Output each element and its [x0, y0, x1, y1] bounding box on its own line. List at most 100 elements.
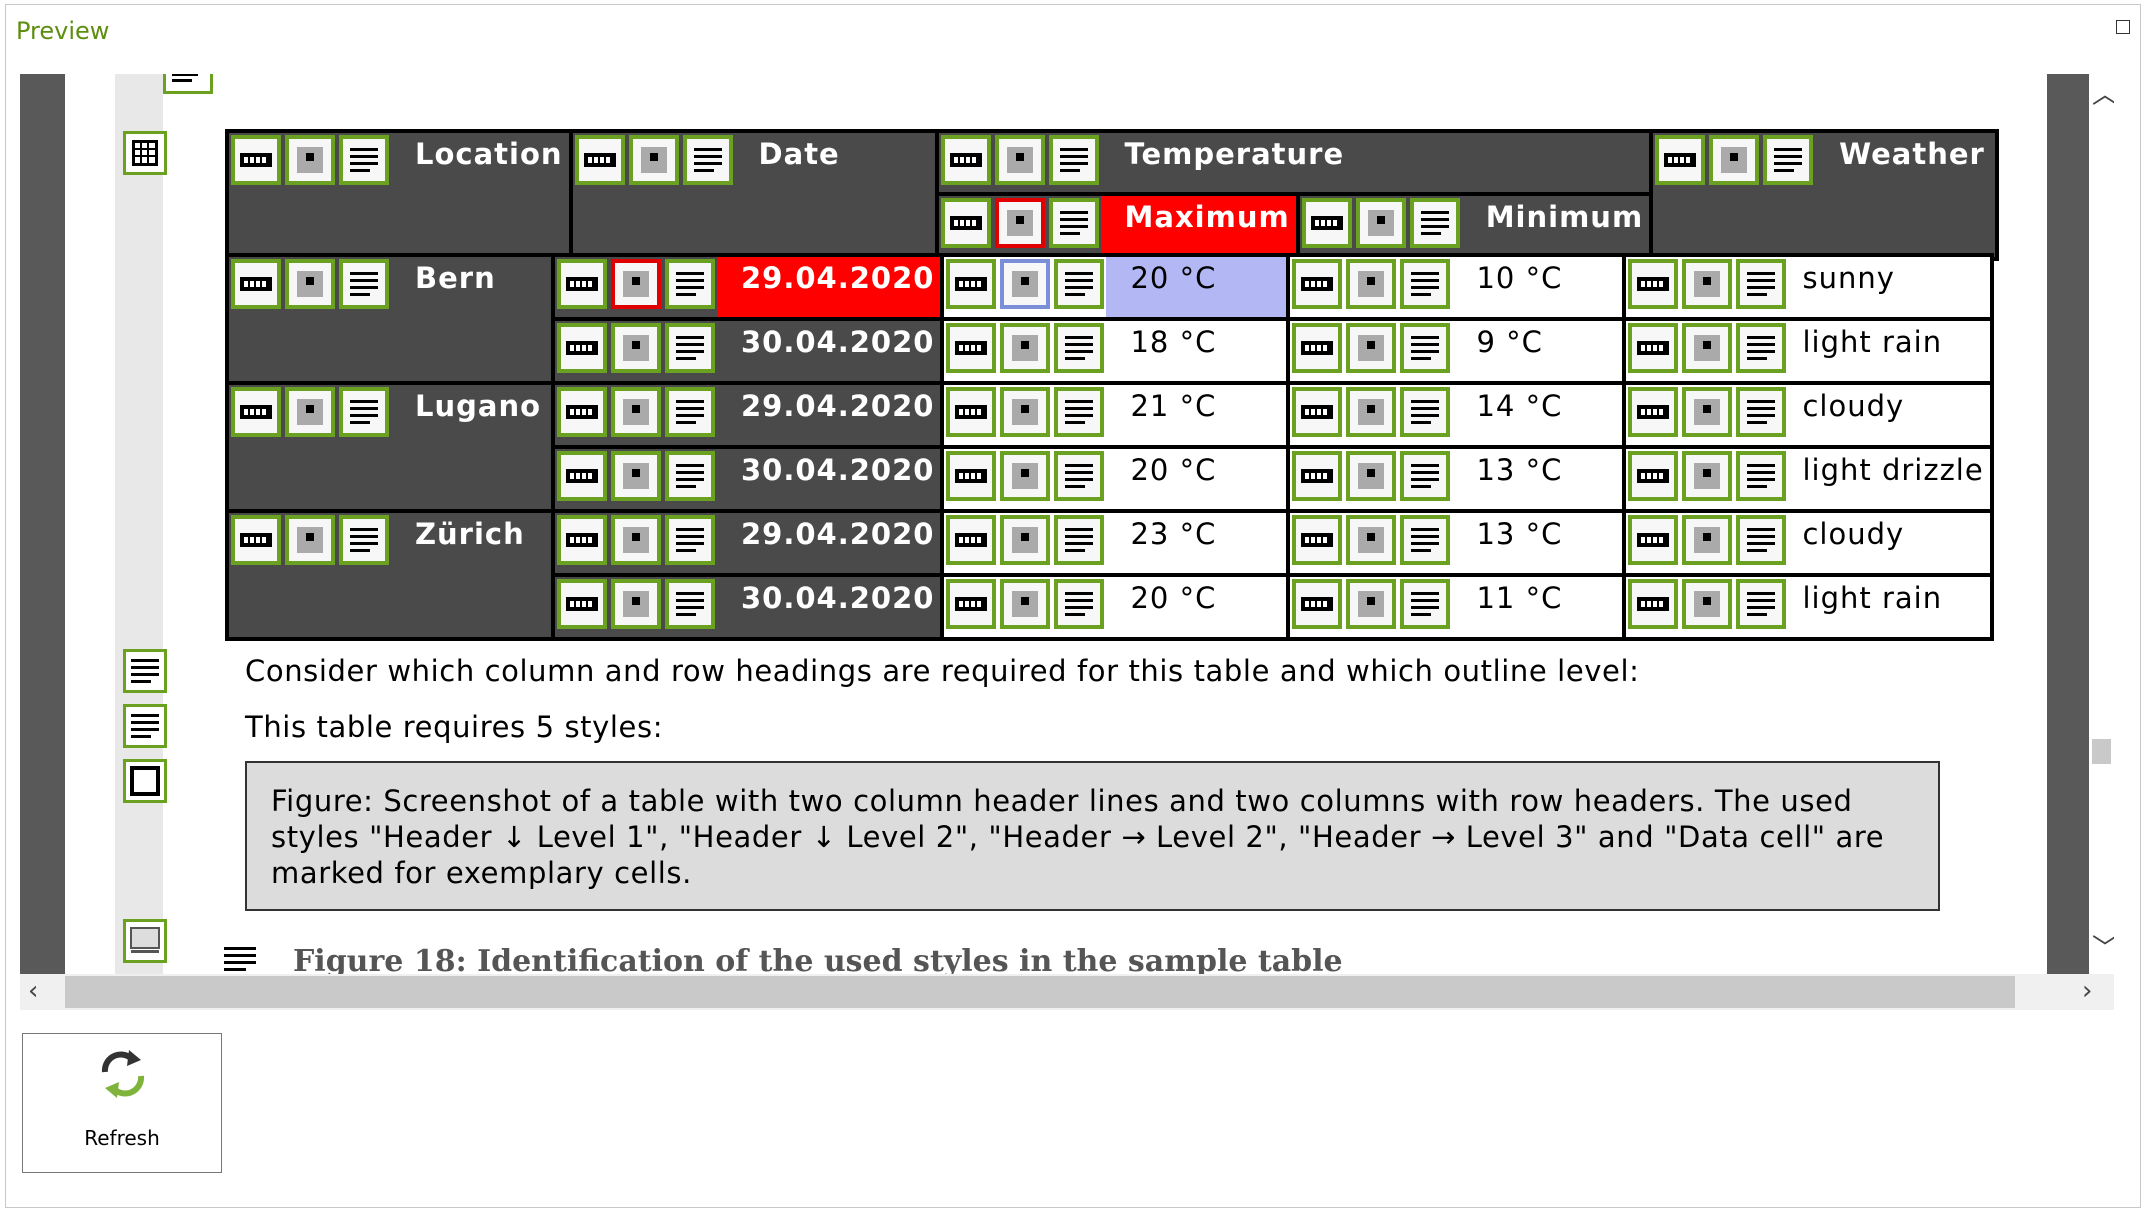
- paragraph-icon[interactable]: [339, 259, 389, 309]
- chevron-down-icon[interactable]: ﹀: [2092, 936, 2114, 962]
- paragraph-icon[interactable]: [1736, 515, 1787, 565]
- paragraph-icon[interactable]: [1736, 451, 1787, 501]
- data-cell-weather[interactable]: light drizzle: [1622, 445, 1994, 513]
- cell-icon[interactable]: [557, 515, 607, 565]
- preview-viewport[interactable]: Location Date Temperature Weather Maximu…: [20, 74, 2114, 974]
- cell-icon[interactable]: [946, 259, 997, 309]
- cell-icon[interactable]: [285, 515, 335, 565]
- data-cell-max[interactable]: 20 °C: [940, 573, 1291, 641]
- cell-icon[interactable]: [1682, 259, 1733, 309]
- paragraph-icon[interactable]: [339, 387, 389, 437]
- cell-icon[interactable]: [1292, 387, 1343, 437]
- cell-icon[interactable]: [628, 135, 679, 185]
- chevron-right-icon[interactable]: ›: [2082, 978, 2092, 1004]
- cell-icon[interactable]: [1628, 323, 1679, 373]
- cell-icon[interactable]: [946, 515, 997, 565]
- cell-icon[interactable]: [1346, 451, 1397, 501]
- row-header-date[interactable]: 30.04.2020: [550, 445, 945, 513]
- cell-icon[interactable]: [1628, 387, 1679, 437]
- header-date[interactable]: Date: [568, 129, 939, 261]
- paragraph-icon[interactable]: [1400, 451, 1451, 501]
- cell-icon[interactable]: [1292, 515, 1343, 565]
- paragraph-icon[interactable]: [1400, 323, 1451, 373]
- paragraph-icon[interactable]: [665, 451, 715, 501]
- row-header-date[interactable]: 30.04.2020: [550, 317, 945, 385]
- cell-icon[interactable]: [611, 387, 661, 437]
- paragraph-icon[interactable]: [1736, 579, 1787, 629]
- cell-icon[interactable]: [946, 579, 997, 629]
- frame-icon[interactable]: [123, 759, 167, 803]
- cell-icon[interactable]: [1682, 323, 1733, 373]
- cell-icon[interactable]: [611, 323, 661, 373]
- cell-icon[interactable]: [1292, 451, 1343, 501]
- cell-icon[interactable]: [231, 515, 281, 565]
- cell-icon[interactable]: [1628, 451, 1679, 501]
- paragraph-icon[interactable]: [665, 387, 715, 437]
- paragraph-icon[interactable]: [665, 323, 715, 373]
- cell-icon[interactable]: [1346, 387, 1397, 437]
- paragraph-icon[interactable]: [123, 649, 167, 693]
- paragraph-icon[interactable]: [163, 74, 213, 94]
- cell-icon[interactable]: [1292, 579, 1343, 629]
- paragraph-icon[interactable]: [665, 579, 715, 629]
- paragraph-icon[interactable]: [1400, 515, 1451, 565]
- cell-icon[interactable]: [1628, 579, 1679, 629]
- cell-icon[interactable]: [1292, 323, 1343, 373]
- paragraph-icon[interactable]: [682, 135, 733, 185]
- cell-icon[interactable]: [1000, 579, 1051, 629]
- paragraph-icon[interactable]: [220, 939, 264, 974]
- paragraph-icon[interactable]: [1054, 387, 1105, 437]
- row-header-date[interactable]: 29.04.2020: [550, 253, 945, 321]
- data-cell-max[interactable]: 20 °C: [940, 253, 1291, 321]
- cell-icon[interactable]: [946, 323, 997, 373]
- paragraph-icon[interactable]: [1736, 387, 1787, 437]
- horizontal-scroll-thumb[interactable]: [65, 976, 2015, 1008]
- cell-icon[interactable]: [1346, 515, 1397, 565]
- row-header-location[interactable]: Lugano: [225, 381, 555, 513]
- cell-icon[interactable]: [1346, 579, 1397, 629]
- data-cell-weather[interactable]: sunny: [1622, 253, 1994, 321]
- cell-icon[interactable]: [1000, 515, 1051, 565]
- paragraph-icon[interactable]: [1048, 197, 1099, 248]
- cell-icon[interactable]: [1000, 451, 1051, 501]
- data-cell-weather[interactable]: cloudy: [1622, 509, 1994, 577]
- cell-icon[interactable]: [1682, 451, 1733, 501]
- cell-icon[interactable]: [285, 135, 335, 185]
- row-header-date[interactable]: 29.04.2020: [550, 381, 945, 449]
- paragraph-icon[interactable]: [1400, 259, 1451, 309]
- data-cell-weather[interactable]: cloudy: [1622, 381, 1994, 449]
- cell-icon[interactable]: [946, 451, 997, 501]
- cell-icon[interactable]: [231, 135, 281, 185]
- cell-icon[interactable]: [994, 135, 1045, 185]
- data-cell-min[interactable]: 10 °C: [1286, 253, 1627, 321]
- cell-icon[interactable]: [1301, 197, 1352, 248]
- data-cell-max[interactable]: 20 °C: [940, 445, 1291, 513]
- paragraph-icon[interactable]: [123, 704, 167, 748]
- cell-icon[interactable]: [231, 387, 281, 437]
- cell-icon[interactable]: [285, 387, 335, 437]
- cell-icon[interactable]: [1628, 515, 1679, 565]
- cell-icon[interactable]: [946, 387, 997, 437]
- cell-icon[interactable]: [1346, 323, 1397, 373]
- cell-icon[interactable]: [611, 451, 661, 501]
- cell-icon[interactable]: [1000, 259, 1051, 309]
- paragraph-icon[interactable]: [1054, 515, 1105, 565]
- header-temperature[interactable]: Temperature: [934, 129, 1654, 196]
- cell-icon[interactable]: [1000, 387, 1051, 437]
- horizontal-scrollbar[interactable]: ‹ ›: [20, 974, 2114, 1010]
- cell-icon[interactable]: [557, 451, 607, 501]
- data-cell-weather[interactable]: light rain: [1622, 317, 1994, 385]
- paragraph-icon[interactable]: [1054, 259, 1105, 309]
- paragraph-icon[interactable]: [1409, 197, 1460, 248]
- cell-icon[interactable]: [1292, 259, 1343, 309]
- paragraph-icon[interactable]: [1048, 135, 1099, 185]
- cell-icon[interactable]: [1682, 387, 1733, 437]
- cell-icon[interactable]: [1628, 259, 1679, 309]
- row-header-date[interactable]: 30.04.2020: [550, 573, 945, 641]
- refresh-button[interactable]: Refresh: [22, 1033, 222, 1173]
- row-header-date[interactable]: 29.04.2020: [550, 509, 945, 577]
- cell-icon[interactable]: [574, 135, 625, 185]
- cell-icon[interactable]: [994, 197, 1045, 248]
- cell-icon[interactable]: [557, 259, 607, 309]
- cell-icon[interactable]: [940, 135, 991, 185]
